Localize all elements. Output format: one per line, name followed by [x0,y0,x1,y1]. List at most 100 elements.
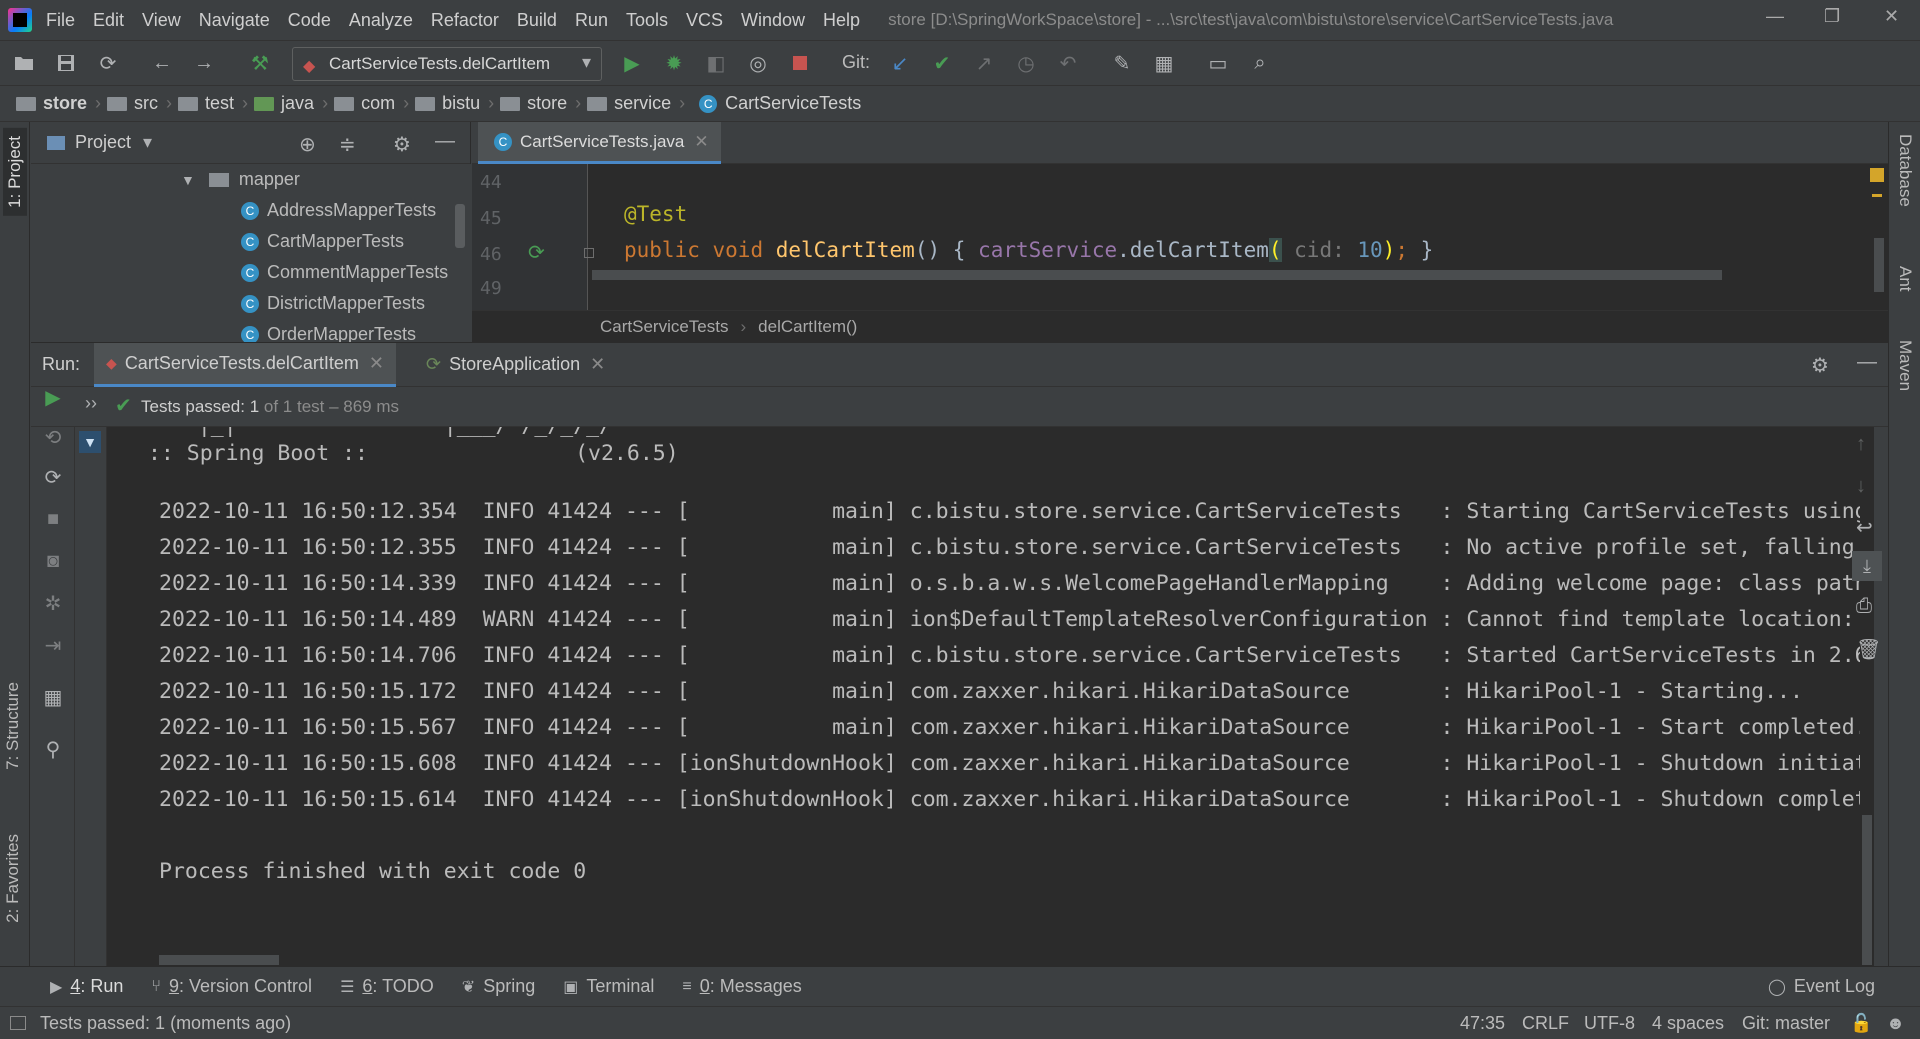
tab-project[interactable]: 1: Project [3,128,27,216]
crumb-class[interactable]: CartServiceTests [600,317,728,337]
lock-icon[interactable]: 🔓 [1850,1013,1872,1034]
console-horizontal-scrollbar[interactable] [159,955,279,965]
pin-icon[interactable]: ⚲ [41,737,65,761]
tab-database[interactable]: Database [1895,134,1915,207]
caret-position[interactable]: 47:35 [1460,1013,1505,1034]
line-separator[interactable]: CRLF [1522,1013,1569,1034]
coverage-icon[interactable]: ◧ [704,51,728,75]
tab-ant[interactable]: Ant [1895,266,1915,292]
stop-icon[interactable]: ■ [41,507,65,531]
close-icon[interactable]: ✕ [590,354,605,375]
back-icon[interactable]: ← [150,51,174,75]
tree-scrollbar[interactable] [455,204,465,248]
code-area[interactable]: @Test public void delCartItem() { cartSe… [588,164,1858,310]
build-hammer-icon[interactable]: ⚒ [248,51,272,75]
run-configuration-select[interactable]: ◆ CartServiceTests.delCartItem ▾ [292,47,602,81]
menu-navigate[interactable]: Navigate [199,10,270,31]
terminal-window-icon[interactable]: ▭ [1206,51,1230,75]
menu-run[interactable]: Run [575,10,608,31]
chevron-down-icon[interactable]: ▾ [143,132,152,153]
save-all-icon[interactable] [54,51,78,75]
rerun-failed-icon[interactable]: ⟲ [41,425,65,449]
tree-item-class[interactable]: C OrderMapperTests [241,319,416,342]
editor-horizontal-scrollbar[interactable] [592,270,1722,280]
gear-icon[interactable]: ⚙ [1811,353,1829,378]
scroll-to-end-icon[interactable]: ⤓ [1852,551,1882,581]
console-output[interactable]: |_| |___/ /_/_/_/ :: Spring Boot :: (v2.… [107,427,1874,967]
tab-structure[interactable]: 7: Structure [3,682,23,770]
breadcrumb-item[interactable]: src › [107,93,172,114]
gear-icon[interactable]: ⚙ [393,132,411,157]
tree-folder-mapper[interactable]: ▼ mapper [181,164,300,195]
search-icon[interactable]: ⌕ [1248,51,1272,75]
close-window-button[interactable]: ✕ [1884,6,1899,27]
menu-vcs[interactable]: VCS [686,10,723,31]
menu-view[interactable]: View [142,10,181,31]
tab-maven[interactable]: Maven [1895,340,1915,391]
error-stripe-mark[interactable] [1872,194,1882,197]
tab-run-storeapplication[interactable]: ⟳ StoreApplication ✕ [414,343,617,387]
minimize-button[interactable]: — [1766,6,1784,27]
print-icon[interactable]: ⎙ [1856,595,1872,618]
camera-icon[interactable]: ◙ [41,549,65,573]
down-arrow-icon[interactable]: ↓ [1856,475,1866,498]
git-update-icon[interactable]: ↙ [888,51,912,75]
close-icon[interactable]: ✕ [369,353,384,374]
tree-item-class[interactable]: C AddressMapperTests [241,195,436,226]
git-branch[interactable]: Git: master [1742,1013,1830,1034]
tree-item-class[interactable]: C DistrictMapperTests [241,288,425,319]
expand-tree-icon[interactable]: ▼ [79,431,101,453]
editor-vertical-scrollbar[interactable] [1874,238,1884,292]
toggle-auto-test-icon[interactable]: ⟳ [41,465,65,489]
menu-window[interactable]: Window [741,10,805,31]
project-panel-title[interactable]: Project [75,132,131,153]
up-arrow-icon[interactable]: ↑ [1856,433,1866,456]
profile-icon[interactable]: ◎ [746,51,770,75]
tab-run[interactable]: ▶ 4: Run [50,976,123,997]
import-icon[interactable]: ⇥ [41,633,65,657]
breadcrumb-item[interactable]: store › [16,93,101,114]
menu-edit[interactable]: Edit [93,10,124,31]
layout-icon[interactable]: ▦ [41,685,65,709]
settings-gear-icon[interactable]: ✲ [41,591,65,615]
crumb-method[interactable]: delCartItem() [758,317,857,337]
tab-run-cartservicetests[interactable]: ◆ CartServiceTests.delCartItem ✕ [94,342,396,387]
breadcrumb-item[interactable]: bistu › [415,93,494,114]
close-icon[interactable]: ✕ [694,132,708,152]
expand-more-icon[interactable]: ›› [85,393,97,414]
git-commit-icon[interactable]: ✔ [930,51,954,75]
menu-refactor[interactable]: Refactor [431,10,499,31]
git-rollback-icon[interactable]: ↶ [1056,51,1080,75]
stop-icon[interactable] [788,51,812,75]
hide-panel-icon[interactable]: — [1857,351,1877,374]
indent-setting[interactable]: 4 spaces [1652,1013,1724,1034]
menu-analyze[interactable]: Analyze [349,10,413,31]
tab-terminal[interactable]: ▣ Terminal [563,976,654,997]
restore-button[interactable]: ❐ [1824,6,1840,27]
tab-version-control[interactable]: ⑂ 9: Version Control [151,976,312,997]
menu-tools[interactable]: Tools [626,10,668,31]
tab-event-log[interactable]: ◯ Event Log [1768,976,1875,997]
git-push-icon[interactable]: ↗ [972,51,996,75]
breadcrumb-item[interactable]: store › [500,93,581,114]
tree-item-class[interactable]: C CommentMapperTests [241,257,448,288]
tab-todo[interactable]: ☰ 6: TODO [340,976,434,997]
menu-help[interactable]: Help [823,10,860,31]
breadcrumb-item[interactable]: test › [178,93,248,114]
menu-build[interactable]: Build [517,10,557,31]
breadcrumb-item[interactable]: service › [587,93,685,114]
console-vertical-scrollbar[interactable] [1860,427,1874,967]
soft-wrap-icon[interactable]: ↩ [1856,515,1873,540]
inspection-warning-icon[interactable] [1870,168,1884,182]
breadcrumb-item[interactable]: java › [254,93,328,114]
menu-code[interactable]: Code [288,10,331,31]
run-icon[interactable]: ▶ [620,51,644,75]
tab-cartservicetests[interactable]: C CartServiceTests.java ✕ [478,122,721,164]
forward-icon[interactable]: → [192,51,216,75]
inspector-icon[interactable]: ☻ [1886,1013,1905,1034]
file-encoding[interactable]: UTF-8 [1584,1013,1635,1034]
chevron-down-icon[interactable]: ▼ [181,172,195,188]
open-folder-icon[interactable] [12,51,36,75]
debug-bug-icon[interactable]: ✹ [662,51,686,75]
tab-messages[interactable]: ≡ 0: Messages [682,976,801,997]
